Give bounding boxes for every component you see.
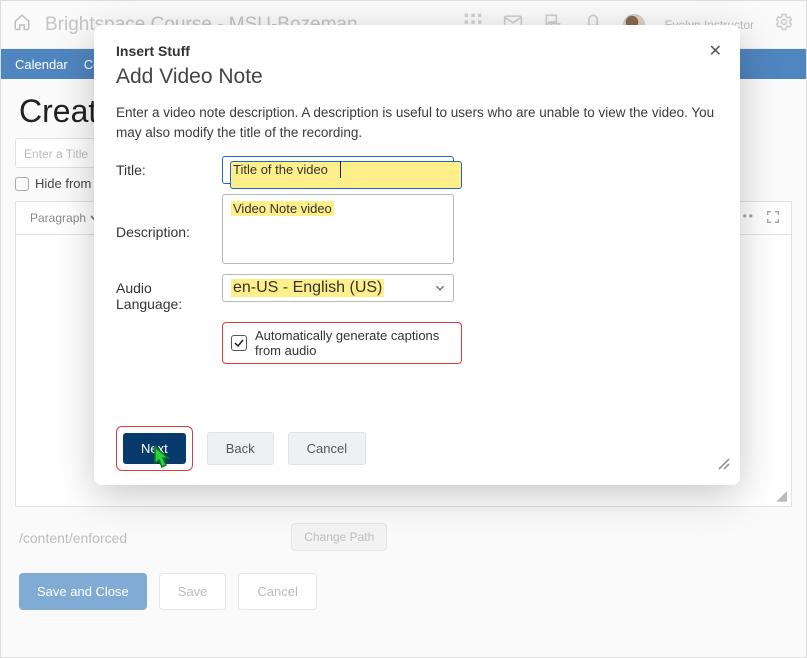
close-icon[interactable]: ✕	[709, 41, 722, 61]
cancel-button[interactable]: Cancel	[238, 573, 316, 610]
audio-language-value: en-US - English (US)	[231, 279, 384, 297]
gear-icon[interactable]	[774, 12, 794, 37]
next-callout: Next	[116, 426, 193, 471]
save-and-close-button[interactable]: Save and Close	[19, 573, 147, 610]
change-path-button[interactable]: Change Path	[291, 523, 387, 551]
title-label: Title:	[116, 156, 216, 178]
home-icon[interactable]	[13, 13, 31, 36]
content-path: /content/enforced	[19, 529, 277, 546]
insert-stuff-dialog: ✕ Insert Stuff Add Video Note Enter a vi…	[94, 25, 740, 485]
next-button[interactable]: Next	[123, 433, 186, 464]
auto-caption-row[interactable]: Automatically generate captions from aud…	[222, 322, 462, 364]
auto-caption-label: Automatically generate captions from aud…	[255, 328, 453, 358]
path-row: /content/enforced Change Path	[15, 507, 792, 551]
paragraph-select[interactable]: Paragraph	[26, 210, 103, 226]
dialog-description: Enter a video note description. A descri…	[116, 103, 718, 142]
video-title-input[interactable]	[222, 156, 454, 184]
back-button[interactable]: Back	[207, 432, 274, 465]
video-description-input[interactable]: Video Note video	[222, 194, 454, 264]
auto-caption-checkbox[interactable]	[231, 335, 247, 351]
dialog-resize-icon[interactable]	[716, 456, 730, 475]
dialog-header: Insert Stuff	[116, 43, 718, 59]
save-button[interactable]: Save	[159, 573, 227, 610]
description-label: Description:	[116, 194, 216, 240]
dialog-subtitle: Add Video Note	[116, 65, 718, 89]
audio-language-select[interactable]: en-US - English (US)	[222, 274, 454, 302]
fullscreen-icon[interactable]	[765, 209, 781, 228]
dialog-cancel-button[interactable]: Cancel	[288, 432, 366, 465]
video-description-value: Video Note video	[231, 201, 334, 216]
audio-language-label: Audio Language:	[116, 274, 216, 312]
subnav-calendar[interactable]: Calendar	[15, 57, 68, 72]
resize-handle-icon[interactable]: ◢	[776, 487, 787, 504]
hide-checkbox[interactable]	[15, 177, 29, 191]
chevron-down-icon	[433, 281, 447, 300]
